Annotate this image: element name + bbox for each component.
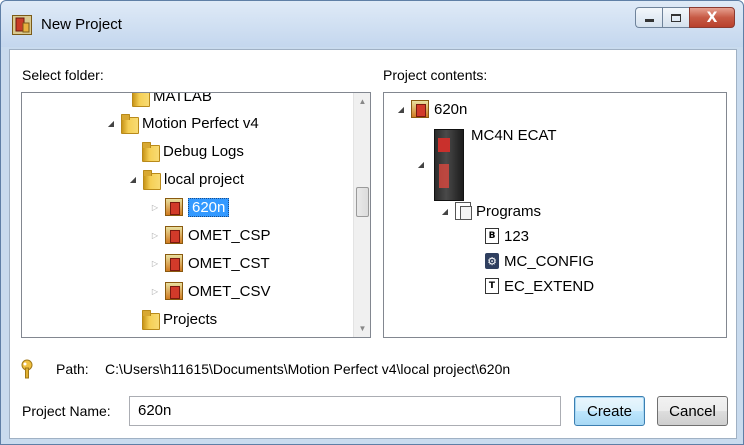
create-button[interactable]: Create [574, 396, 645, 426]
controller-expander[interactable]: ◢ [416, 153, 431, 175]
tree-item-projects[interactable]: Projects [142, 308, 217, 330]
tree-item-omet-csv[interactable]: ▷ OMET_CSV [150, 280, 271, 302]
tree-item-label: OMET_CSP [188, 226, 271, 244]
project-icon [165, 198, 183, 216]
tree-item-debug-logs[interactable]: Debug Logs [142, 140, 244, 162]
close-icon: X [706, 9, 718, 26]
tree-item-label: OMET_CSV [188, 282, 271, 300]
project-icon [165, 226, 183, 244]
minimize-icon [644, 19, 654, 22]
tree-item-omet-cst[interactable]: ▷ OMET_CST [150, 252, 270, 274]
select-folder-label: Select folder: [22, 67, 104, 83]
tree-item-label: OMET_CST [188, 254, 270, 272]
expand-open-icon[interactable]: ◢ [396, 98, 406, 120]
path-pin-icon [21, 359, 33, 379]
folder-tree-scrollbar[interactable]: ▲ ▼ [353, 93, 370, 337]
program-item-ec-extend[interactable]: T EC_EXTEND [485, 275, 594, 297]
scroll-up-arrow-icon[interactable]: ▲ [354, 93, 370, 110]
tree-item-620n[interactable]: ▷ 620n [150, 196, 230, 218]
program-item-mc-config[interactable]: ⚙ MC_CONFIG [485, 250, 594, 272]
new-project-window: New Project X Select folder: Project con… [0, 0, 744, 445]
dialog-body: Select folder: Project contents: MATLAB … [9, 49, 737, 439]
expand-closed-icon[interactable]: ▷ [150, 280, 160, 302]
title-bar[interactable]: New Project X [1, 1, 743, 47]
path-label: Path: [56, 361, 89, 377]
expand-open-icon[interactable]: ◢ [128, 168, 138, 190]
contents-project-node[interactable]: ◢ 620n [396, 98, 467, 120]
project-name-label: Project Name: [22, 403, 111, 419]
text-file-icon: T [485, 278, 499, 294]
program-label: 123 [504, 227, 530, 245]
maximize-button[interactable] [662, 7, 689, 28]
scroll-thumb[interactable] [356, 187, 369, 217]
program-label: EC_EXTEND [504, 277, 595, 295]
maximize-icon [671, 13, 681, 22]
config-file-icon: ⚙ [485, 253, 499, 269]
tree-item-label: Motion Perfect v4 [142, 114, 259, 132]
programs-label: Programs [476, 202, 542, 220]
caption-buttons: X [635, 7, 735, 29]
program-label: MC_CONFIG [504, 252, 594, 270]
tree-item-matlab[interactable]: MATLAB [117, 92, 212, 107]
tree-item-label: local project [164, 170, 245, 188]
close-button[interactable]: X [689, 7, 735, 28]
tree-item-local-project[interactable]: ◢ local project [128, 168, 244, 190]
controller-label: MC4N ECAT [471, 126, 557, 144]
program-item-123[interactable]: B 123 [485, 225, 529, 247]
expand-open-icon[interactable]: ◢ [106, 112, 116, 134]
folder-icon [143, 170, 161, 190]
tree-item-label: Projects [163, 310, 218, 328]
app-icon [12, 15, 32, 35]
programs-folder-icon [455, 202, 472, 220]
folder-icon [121, 114, 139, 134]
tree-item-omet-csp[interactable]: ▷ OMET_CSP [150, 224, 271, 246]
expand-closed-icon[interactable]: ▷ [150, 252, 160, 274]
contents-controller-node[interactable]: MC4N ECAT [471, 124, 557, 146]
expand-closed-icon[interactable]: ▷ [150, 224, 160, 246]
controller-device-icon [434, 129, 464, 201]
basic-file-icon: B [485, 228, 499, 244]
window-title: New Project [41, 16, 122, 33]
project-contents-tree[interactable]: ◢ 620n ◢ MC4N ECAT ◢ Programs B 123 ⚙ MC… [383, 92, 727, 338]
path-value: C:\Users\h11615\Documents\Motion Perfect… [105, 361, 511, 377]
contents-project-label: 620n [434, 100, 468, 118]
folder-icon [142, 310, 160, 330]
expand-open-icon[interactable]: ◢ [440, 200, 450, 222]
cancel-button[interactable]: Cancel [657, 396, 728, 426]
tree-item-label: 620n [188, 197, 230, 217]
minimize-button[interactable] [635, 7, 662, 28]
folder-icon [142, 142, 160, 162]
scroll-down-arrow-icon[interactable]: ▼ [354, 320, 370, 337]
expand-open-icon[interactable]: ◢ [416, 153, 426, 175]
project-contents-label: Project contents: [383, 67, 488, 83]
tree-item-label: Debug Logs [163, 142, 244, 160]
project-icon [411, 100, 429, 118]
project-icon [165, 254, 183, 272]
project-icon [165, 282, 183, 300]
folder-icon [132, 93, 150, 107]
tree-item-label: MATLAB [153, 92, 212, 105]
expand-closed-icon[interactable]: ▷ [150, 196, 160, 218]
folder-tree[interactable]: MATLAB ◢ Motion Perfect v4 Debug Logs ◢ … [21, 92, 371, 338]
contents-programs-node[interactable]: ◢ Programs [440, 200, 541, 222]
project-name-input[interactable]: 620n [129, 396, 561, 426]
tree-item-motion-perfect[interactable]: ◢ Motion Perfect v4 [106, 112, 259, 134]
